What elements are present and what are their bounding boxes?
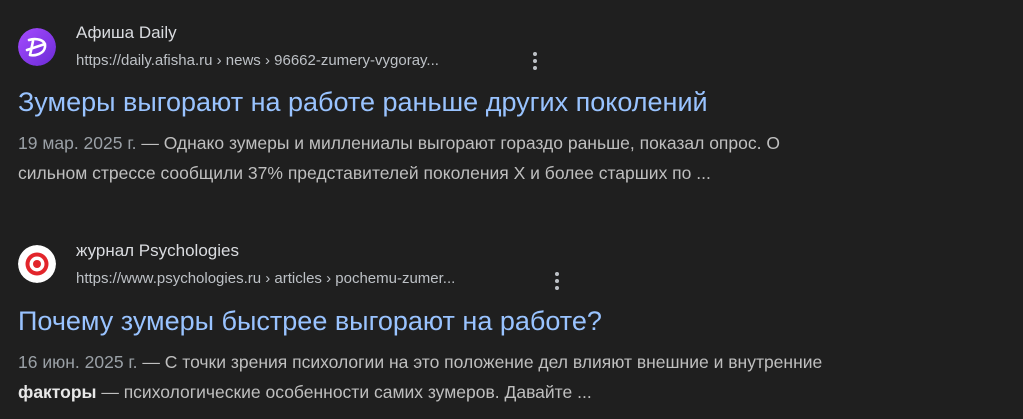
search-result-psychologies: журнал Psychologies https://www.psycholo… — [0, 0, 1023, 419]
more-options-icon[interactable] — [545, 269, 569, 293]
result-snippet: 16 июн. 2025 г. — С точки зрения психоло… — [18, 347, 1003, 407]
result-date: 16 июн. 2025 г. — [18, 352, 138, 372]
result-source[interactable]: журнал Psychologies https://www.psycholo… — [18, 238, 618, 290]
psychologies-logo-icon — [18, 245, 56, 283]
snippet-text-line2: — психологические особенности самих зуме… — [96, 382, 592, 402]
result-title-link[interactable]: Почему зумеры быстрее выгорают на работе… — [18, 306, 602, 337]
snippet-bold-keyword: факторы — [18, 382, 97, 402]
site-name[interactable]: журнал Psychologies — [76, 241, 239, 261]
snippet-text-line1: С точки зрения психологии на это положен… — [164, 352, 823, 372]
snippet-dash: — — [137, 352, 165, 372]
site-url[interactable]: https://www.psychologies.ru › articles ›… — [76, 270, 455, 287]
